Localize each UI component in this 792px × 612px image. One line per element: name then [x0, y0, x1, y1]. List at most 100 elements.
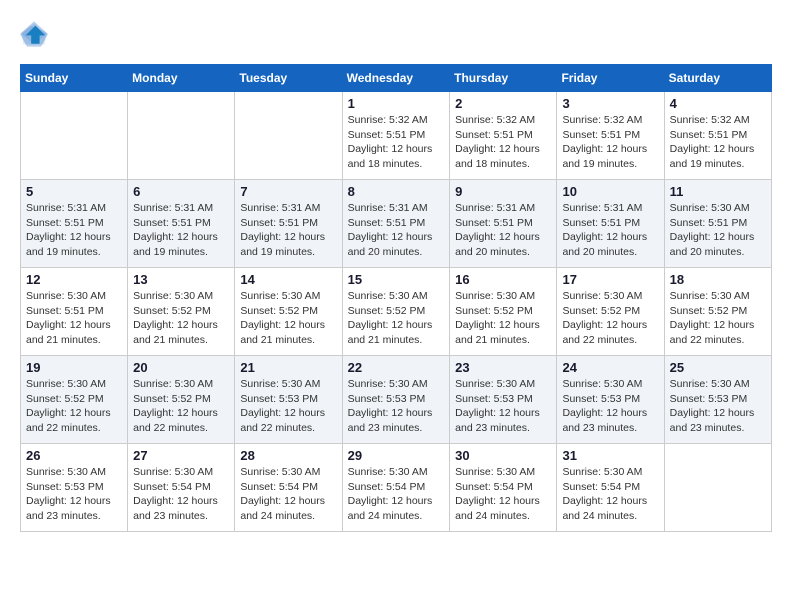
day-number: 26	[26, 448, 122, 463]
calendar-cell	[664, 444, 771, 532]
day-info: Sunrise: 5:30 AMSunset: 5:52 PMDaylight:…	[455, 289, 551, 348]
calendar-cell: 3Sunrise: 5:32 AMSunset: 5:51 PMDaylight…	[557, 92, 664, 180]
day-number: 8	[348, 184, 445, 199]
day-info: Sunrise: 5:30 AMSunset: 5:52 PMDaylight:…	[562, 289, 658, 348]
calendar-cell: 2 Sunrise: 5:32 AMSunset: 5:51 PMDaylight…	[450, 92, 557, 180]
day-number: 1	[348, 96, 445, 111]
day-number: 3	[562, 96, 658, 111]
day-info: Sunrise: 5:30 AMSunset: 5:52 PMDaylight:…	[240, 289, 336, 348]
day-info: Sunrise: 5:31 AMSunset: 5:51 PMDaylight:…	[455, 201, 551, 260]
calendar-cell: 4Sunrise: 5:32 AMSunset: 5:51 PMDaylight…	[664, 92, 771, 180]
day-number: 25	[670, 360, 766, 375]
day-number: 12	[26, 272, 122, 287]
calendar-week-row: 19Sunrise: 5:30 AMSunset: 5:52 PMDayligh…	[21, 356, 772, 444]
calendar-cell: 23 Sunrise: 5:30 AMSunset: 5:53 PMDayligh…	[450, 356, 557, 444]
calendar-cell: 10 Sunrise: 5:31 AMSunset: 5:51 PMDayligh…	[557, 180, 664, 268]
day-number: 30	[455, 448, 551, 463]
day-number: 28	[240, 448, 336, 463]
day-info: Sunrise: 5:30 AMSunset: 5:52 PMDaylight:…	[133, 289, 229, 348]
weekday-header-wednesday: Wednesday	[342, 65, 450, 92]
day-info: Sunrise: 5:30 AMSunset: 5:53 PMDaylight:…	[455, 377, 551, 436]
day-number: 29	[348, 448, 445, 463]
day-info: Sunrise: 5:30 AMSunset: 5:54 PMDaylight:…	[455, 465, 551, 524]
weekday-header-thursday: Thursday	[450, 65, 557, 92]
calendar-cell: 31 Sunrise: 5:30 AMSunset: 5:54 PMDayligh…	[557, 444, 664, 532]
calendar-cell: 11 Sunrise: 5:30 AMSunset: 5:51 PMDayligh…	[664, 180, 771, 268]
day-info: Sunrise: 5:30 AMSunset: 5:52 PMDaylight:…	[26, 377, 122, 436]
day-info: Sunrise: 5:31 AMSunset: 5:51 PMDaylight:…	[26, 201, 122, 260]
day-info: Sunrise: 5:32 AMSunset: 5:51 PMDaylight:…	[455, 113, 551, 172]
calendar-cell: 13 Sunrise: 5:30 AMSunset: 5:52 PMDayligh…	[128, 268, 235, 356]
calendar-cell: 9 Sunrise: 5:31 AMSunset: 5:51 PMDaylight…	[450, 180, 557, 268]
calendar-week-row: 12 Sunrise: 5:30 AMSunset: 5:51 PMDayligh…	[21, 268, 772, 356]
day-number: 21	[240, 360, 336, 375]
calendar-cell: 29Sunrise: 5:30 AMSunset: 5:54 PMDayligh…	[342, 444, 450, 532]
day-number: 5	[26, 184, 122, 199]
logo-icon	[20, 20, 48, 48]
day-number: 11	[670, 184, 766, 199]
day-info: Sunrise: 5:30 AMSunset: 5:52 PMDaylight:…	[133, 377, 229, 436]
day-number: 6	[133, 184, 229, 199]
day-number: 22	[348, 360, 445, 375]
calendar-cell: 18Sunrise: 5:30 AMSunset: 5:52 PMDayligh…	[664, 268, 771, 356]
day-info: Sunrise: 5:31 AMSunset: 5:51 PMDaylight:…	[240, 201, 336, 260]
day-info: Sunrise: 5:30 AMSunset: 5:51 PMDaylight:…	[26, 289, 122, 348]
calendar-cell: 14Sunrise: 5:30 AMSunset: 5:52 PMDayligh…	[235, 268, 342, 356]
calendar-cell: 28 Sunrise: 5:30 AMSunset: 5:54 PMDayligh…	[235, 444, 342, 532]
weekday-header-sunday: Sunday	[21, 65, 128, 92]
calendar-week-row: 5 Sunrise: 5:31 AMSunset: 5:51 PMDaylight…	[21, 180, 772, 268]
day-info: Sunrise: 5:30 AMSunset: 5:53 PMDaylight:…	[348, 377, 445, 436]
day-info: Sunrise: 5:30 AMSunset: 5:53 PMDaylight:…	[240, 377, 336, 436]
day-number: 15	[348, 272, 445, 287]
day-number: 13	[133, 272, 229, 287]
day-number: 17	[562, 272, 658, 287]
calendar-header-row: SundayMondayTuesdayWednesdayThursdayFrid…	[21, 65, 772, 92]
calendar-cell	[21, 92, 128, 180]
page-header	[20, 20, 772, 48]
day-number: 20	[133, 360, 229, 375]
day-info: Sunrise: 5:31 AMSunset: 5:51 PMDaylight:…	[133, 201, 229, 260]
day-info: Sunrise: 5:30 AMSunset: 5:53 PMDaylight:…	[26, 465, 122, 524]
calendar-cell: 16 Sunrise: 5:30 AMSunset: 5:52 PMDayligh…	[450, 268, 557, 356]
calendar-cell: 27 Sunrise: 5:30 AMSunset: 5:54 PMDayligh…	[128, 444, 235, 532]
calendar-cell: 17 Sunrise: 5:30 AMSunset: 5:52 PMDayligh…	[557, 268, 664, 356]
calendar-week-row: 1 Sunrise: 5:32 AMSunset: 5:51 PMDaylight…	[21, 92, 772, 180]
calendar-cell	[128, 92, 235, 180]
day-info: Sunrise: 5:32 AMSunset: 5:51 PMDaylight:…	[348, 113, 445, 172]
calendar-table: SundayMondayTuesdayWednesdayThursdayFrid…	[20, 64, 772, 532]
day-info: Sunrise: 5:31 AMSunset: 5:51 PMDaylight:…	[562, 201, 658, 260]
calendar-cell: 30 Sunrise: 5:30 AMSunset: 5:54 PMDayligh…	[450, 444, 557, 532]
weekday-header-monday: Monday	[128, 65, 235, 92]
day-number: 27	[133, 448, 229, 463]
calendar-cell: 6 Sunrise: 5:31 AMSunset: 5:51 PMDaylight…	[128, 180, 235, 268]
calendar-week-row: 26 Sunrise: 5:30 AMSunset: 5:53 PMDayligh…	[21, 444, 772, 532]
day-number: 16	[455, 272, 551, 287]
day-number: 18	[670, 272, 766, 287]
calendar-cell: 25 Sunrise: 5:30 AMSunset: 5:53 PMDayligh…	[664, 356, 771, 444]
calendar-cell: 8 Sunrise: 5:31 AMSunset: 5:51 PMDaylight…	[342, 180, 450, 268]
calendar-cell: 7 Sunrise: 5:31 AMSunset: 5:51 PMDaylight…	[235, 180, 342, 268]
day-number: 31	[562, 448, 658, 463]
calendar-cell: 20 Sunrise: 5:30 AMSunset: 5:52 PMDayligh…	[128, 356, 235, 444]
day-number: 7	[240, 184, 336, 199]
day-info: Sunrise: 5:30 AMSunset: 5:51 PMDaylight:…	[670, 201, 766, 260]
weekday-header-tuesday: Tuesday	[235, 65, 342, 92]
weekday-header-saturday: Saturday	[664, 65, 771, 92]
calendar-cell: 12 Sunrise: 5:30 AMSunset: 5:51 PMDayligh…	[21, 268, 128, 356]
calendar-cell: 5 Sunrise: 5:31 AMSunset: 5:51 PMDaylight…	[21, 180, 128, 268]
day-info: Sunrise: 5:30 AMSunset: 5:54 PMDaylight:…	[133, 465, 229, 524]
logo	[20, 20, 50, 48]
day-info: Sunrise: 5:30 AMSunset: 5:54 PMDaylight:…	[562, 465, 658, 524]
day-info: Sunrise: 5:30 AMSunset: 5:54 PMDaylight:…	[240, 465, 336, 524]
day-info: Sunrise: 5:30 AMSunset: 5:53 PMDaylight:…	[562, 377, 658, 436]
calendar-cell: 21 Sunrise: 5:30 AMSunset: 5:53 PMDayligh…	[235, 356, 342, 444]
day-number: 23	[455, 360, 551, 375]
day-info: Sunrise: 5:31 AMSunset: 5:51 PMDaylight:…	[348, 201, 445, 260]
day-info: Sunrise: 5:30 AMSunset: 5:53 PMDaylight:…	[670, 377, 766, 436]
calendar-cell: 22 Sunrise: 5:30 AMSunset: 5:53 PMDayligh…	[342, 356, 450, 444]
day-number: 9	[455, 184, 551, 199]
weekday-header-friday: Friday	[557, 65, 664, 92]
day-info: Sunrise: 5:32 AMSunset: 5:51 PMDaylight:…	[670, 113, 766, 172]
day-number: 2	[455, 96, 551, 111]
day-number: 10	[562, 184, 658, 199]
